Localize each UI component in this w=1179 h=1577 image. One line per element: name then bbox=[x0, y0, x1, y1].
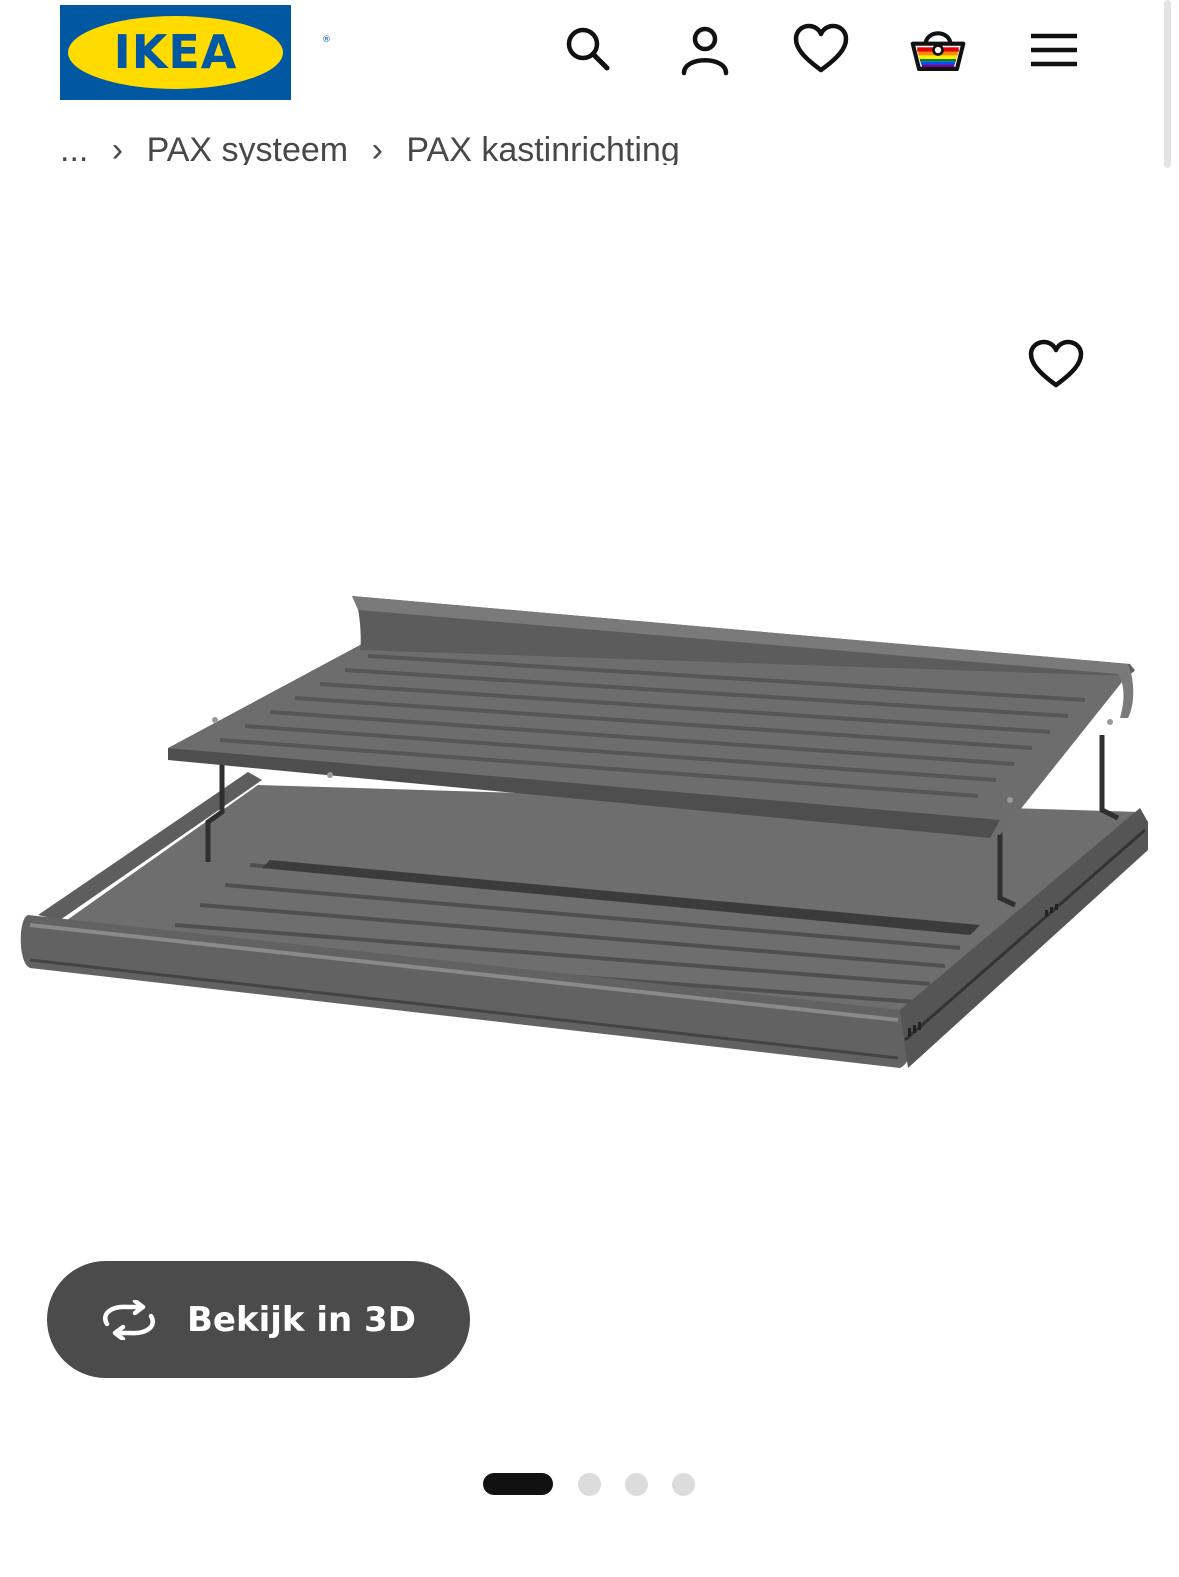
account-icon[interactable] bbox=[677, 22, 733, 78]
breadcrumb-ellipsis[interactable]: ... bbox=[60, 131, 88, 165]
product-favourite-button[interactable] bbox=[1026, 336, 1086, 394]
ikea-logo[interactable]: IKEA ® bbox=[60, 5, 331, 100]
breadcrumb-separator: › bbox=[371, 131, 383, 165]
breadcrumb-item-pax-kastinrichting[interactable]: PAX kastinrichting bbox=[406, 131, 679, 165]
view-in-3d-button[interactable]: Bekijk in 3D bbox=[47, 1261, 470, 1378]
product-image[interactable] bbox=[0, 170, 1179, 1250]
carousel-indicator bbox=[483, 1472, 719, 1496]
breadcrumb: ... › PAX systeem › PAX kastinrichting bbox=[0, 110, 1179, 165]
carousel-dot[interactable] bbox=[672, 1472, 695, 1496]
product-page: IKEA ® ... › PAX systeem › PAX kastinric… bbox=[0, 0, 1179, 1577]
menu-icon[interactable] bbox=[1026, 22, 1082, 78]
breadcrumb-separator: › bbox=[111, 131, 124, 165]
basket-icon[interactable] bbox=[910, 22, 966, 78]
rotate-3d-icon bbox=[103, 1299, 155, 1340]
page-scrollbar[interactable] bbox=[1164, 0, 1171, 168]
view-in-3d-label: Bekijk in 3D bbox=[187, 1299, 416, 1340]
heart-icon bbox=[1028, 339, 1084, 388]
logo-registered-mark: ® bbox=[322, 35, 331, 45]
site-header: IKEA ® bbox=[0, 0, 1179, 110]
favourites-icon[interactable] bbox=[793, 22, 849, 78]
search-icon[interactable] bbox=[560, 22, 616, 78]
carousel-dot[interactable] bbox=[625, 1472, 648, 1496]
breadcrumb-item-pax-systeem[interactable]: PAX systeem bbox=[147, 131, 349, 165]
carousel-dot[interactable] bbox=[578, 1472, 601, 1496]
carousel-dot-active[interactable] bbox=[483, 1473, 553, 1495]
logo-text: IKEA bbox=[113, 25, 238, 79]
